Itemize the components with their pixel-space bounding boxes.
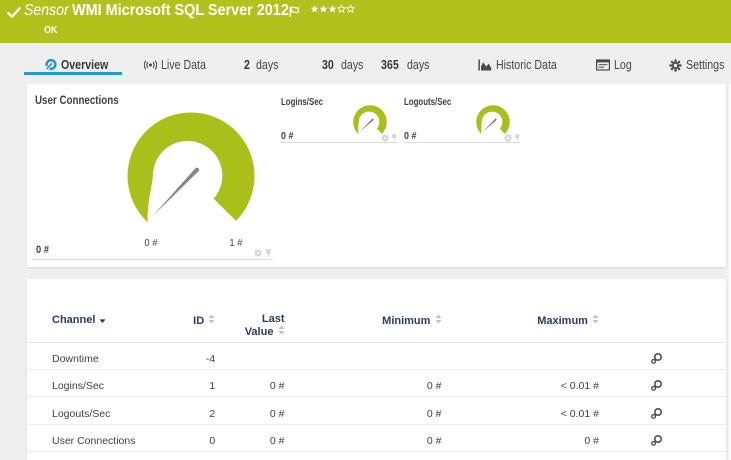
gauges-panel: User Connections 0 # 1 # 0 # Logins/Sec 0… [27, 84, 726, 267]
sort-toggle-icon [435, 314, 442, 327]
gauge-icon [45, 59, 57, 71]
channel-row-logins-sec[interactable]: Logins/Sec 1 0 # 0 # < 0.01 # [27, 369, 726, 398]
tab-label: Settings [686, 58, 725, 72]
channel-row-user-connections[interactable]: User Connections 0 0 # 0 # 0 # [27, 424, 726, 453]
star-empty-icon[interactable] [337, 4, 346, 14]
mini-gauge-value: 0 # [404, 130, 417, 142]
gear-icon [669, 58, 682, 72]
gauge-line-icons [504, 133, 521, 142]
sort-toggle-icon [278, 325, 285, 338]
divider-line [32, 259, 273, 261]
star-filled-icon[interactable] [319, 4, 328, 14]
cell-channel: Downtime [52, 353, 99, 365]
tab-label: Log [614, 58, 632, 72]
channel-settings-icon[interactable] [650, 350, 666, 369]
tab-historic-data[interactable]: Historic Data [478, 57, 568, 73]
channel-settings-icon[interactable] [650, 432, 666, 451]
cell-maximum: < 0.01 # [560, 407, 599, 420]
sort-toggle-icon [592, 314, 599, 327]
tab-live-data[interactable]: Live Data [144, 57, 214, 73]
tab-label: days [406, 58, 430, 72]
star-filled-icon[interactable] [328, 4, 337, 14]
channels-table-panel: Channel ID Last Value Minimum Maximum Dow… [27, 279, 726, 460]
object-type-label: Sensor [24, 1, 69, 19]
cell-last-value: 0 # [269, 380, 285, 393]
channel-row-downtime[interactable]: Downtime -4 [27, 342, 726, 370]
log-icon [596, 59, 610, 71]
tab-label: Historic Data [496, 58, 557, 72]
cell-last-value: 0 # [269, 407, 285, 420]
sensor-title: WMI Microsoft SQL Server 2012 [72, 1, 289, 19]
column-header-last-value[interactable]: Last Value [225, 314, 285, 338]
area-chart-icon [478, 59, 492, 71]
channel-row-logouts-sec[interactable]: Logouts/Sec 2 0 # 0 # < 0.01 # [27, 397, 726, 425]
cell-id: -4 [205, 353, 216, 365]
flag-icon[interactable] [289, 4, 300, 22]
column-header-maximum[interactable]: Maximum [537, 314, 599, 327]
cell-channel: Logouts/Sec [52, 407, 111, 420]
tab-2-days[interactable]: 2 days [244, 57, 282, 73]
divider-line [281, 142, 397, 144]
main-gauge-title: User Connections [35, 95, 119, 107]
column-header-id[interactable]: ID [193, 314, 215, 327]
gauge-min-label: 0 # [144, 237, 158, 249]
tab-label: Overview [61, 58, 109, 72]
channel-settings-icon[interactable] [650, 405, 666, 424]
star-filled-icon[interactable] [310, 4, 319, 14]
column-header-minimum[interactable]: Minimum [382, 314, 441, 327]
pin-icon[interactable] [391, 133, 398, 142]
cell-last-value: 0 # [269, 435, 285, 448]
cell-minimum: 0 # [426, 380, 442, 393]
tab-settings[interactable]: Settings [669, 57, 731, 73]
gauge-line-icons [254, 249, 272, 258]
channel-settings-icon[interactable] [650, 377, 666, 396]
priority-stars[interactable] [310, 4, 355, 14]
main-gauge-value: 0 # [36, 244, 50, 256]
cell-channel: User Connections [52, 435, 136, 448]
cell-minimum: 0 # [426, 435, 442, 448]
active-tab-underline [24, 72, 122, 75]
tab-label: Live Data [161, 58, 206, 72]
tab-days-number: 30 [322, 58, 334, 72]
tab-30-days[interactable]: 30 days [322, 57, 367, 73]
cell-id: 1 [209, 380, 216, 393]
tab-365-days[interactable]: 365 days [381, 57, 433, 73]
status-check-icon [7, 6, 21, 24]
mini-gauge-logouts-sec: Logouts/Sec 0 # [404, 96, 520, 146]
live-icon [144, 59, 157, 71]
tab-days-number: 365 [381, 58, 399, 72]
tab-label: days [340, 58, 364, 72]
sensor-header-bar: Sensor WMI Microsoft SQL Server 2012 OK [0, 0, 731, 43]
user-connections-gauge [127, 112, 255, 223]
pin-icon[interactable] [265, 249, 272, 258]
channel-gear-icon[interactable] [504, 133, 512, 142]
table-header-row: Channel ID Last Value Minimum Maximum [27, 279, 726, 342]
column-header-channel[interactable]: Channel [52, 314, 107, 326]
channel-gear-icon[interactable] [254, 249, 262, 257]
pin-icon[interactable] [514, 133, 521, 142]
gauge-line-icons [381, 133, 398, 142]
mini-gauge-title: Logouts/Sec [404, 96, 452, 108]
star-empty-icon[interactable] [346, 4, 355, 14]
cell-maximum: 0 # [584, 435, 599, 448]
channel-gear-icon[interactable] [381, 133, 389, 142]
cell-minimum: 0 # [426, 407, 442, 420]
tab-label: days [255, 58, 279, 72]
sort-desc-icon [99, 314, 107, 326]
cell-id: 0 [209, 435, 216, 448]
tab-overview[interactable]: Overview [45, 57, 117, 73]
cell-channel: Logins/Sec [52, 380, 104, 393]
cell-id: 2 [209, 407, 216, 420]
cell-maximum: < 0.01 # [560, 380, 599, 393]
mini-gauge-logins-sec: Logins/Sec 0 # [281, 96, 397, 146]
mini-gauge-title: Logins/Sec [281, 96, 324, 108]
gauge-max-label: 1 # [229, 237, 243, 249]
sensor-status: OK [43, 24, 57, 36]
mini-gauge-value: 0 # [281, 130, 294, 142]
tab-days-number: 2 [244, 58, 250, 72]
divider-line [404, 142, 520, 144]
sort-toggle-icon [208, 314, 215, 327]
tab-log[interactable]: Log [596, 57, 635, 73]
tab-bar: Overview Live Data 2 days 30 days 365 days Histo… [0, 43, 731, 84]
